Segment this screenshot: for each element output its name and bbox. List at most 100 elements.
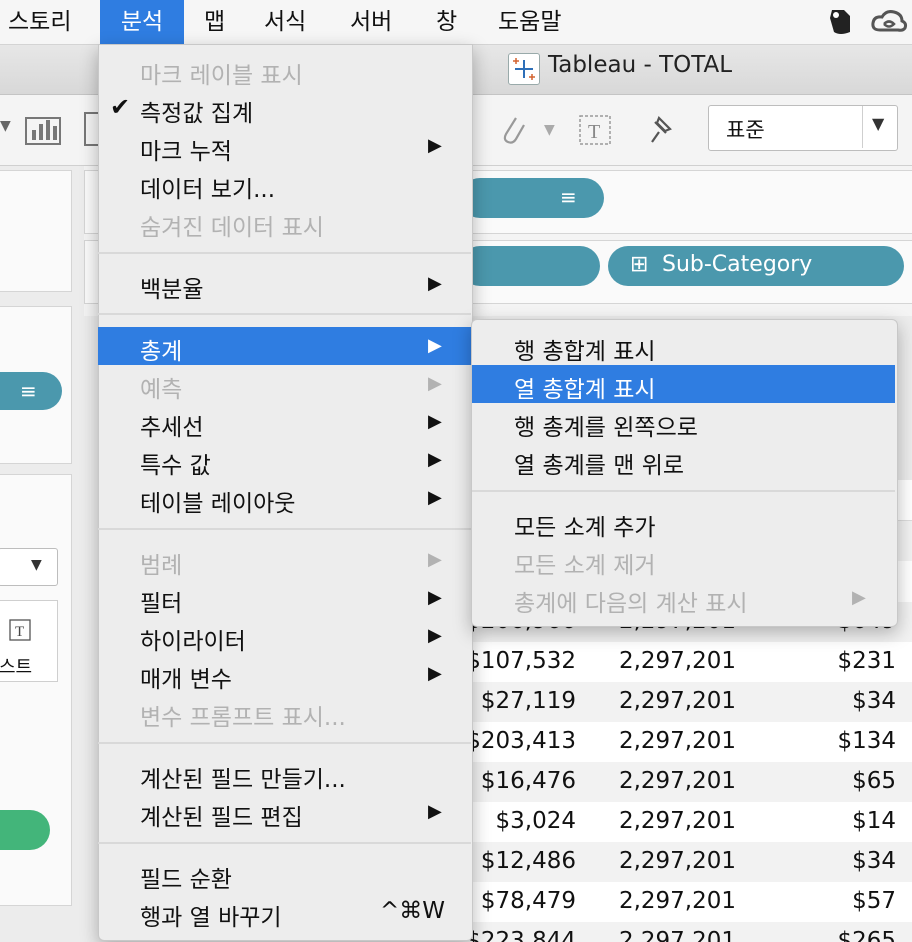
- menu-item-filters[interactable]: 필터 ▶: [98, 579, 471, 617]
- profit-cell: $65: [852, 768, 896, 794]
- mark-type-select[interactable]: ▼: [0, 548, 58, 586]
- menu-separator: [98, 842, 471, 844]
- svg-text:T: T: [15, 624, 24, 640]
- sales-cell: $3,024: [495, 808, 576, 834]
- text-mark-label: 스트: [0, 657, 33, 678]
- submenu-item-add-all-subtotals[interactable]: 모든 소계 추가: [472, 503, 895, 541]
- show-me-chart-icon[interactable]: [24, 110, 64, 146]
- total-cell: 2,297,201: [618, 888, 736, 914]
- total-cell: 2,297,201: [618, 688, 736, 714]
- menu-item-forecast[interactable]: 예측 ▶: [98, 365, 471, 403]
- creative-cloud-icon[interactable]: [870, 8, 908, 36]
- profit-cell: $34: [852, 848, 896, 874]
- table-row: $203,413 2,297,201 $134: [466, 722, 912, 762]
- expand-plus-icon: ⊞: [630, 252, 649, 277]
- menu-item-show-mark-labels[interactable]: 마크 레이블 표시: [98, 51, 471, 89]
- menu-item-trend-lines[interactable]: 추세선 ▶: [98, 403, 471, 441]
- table-row: $16,476 2,297,201 $65: [470, 762, 912, 802]
- submenu-item-row-totals-to-left[interactable]: 행 총계를 왼쪽으로: [472, 403, 895, 441]
- menubar-window[interactable]: 창: [436, 0, 457, 44]
- left-pill[interactable]: ≡: [0, 372, 62, 410]
- menu-item-cycle-fields[interactable]: 필드 순환: [98, 855, 471, 893]
- submenu-arrow-icon: ▶: [428, 625, 442, 646]
- table-row: $78,479 2,297,201 $57: [470, 882, 912, 922]
- menu-item-special-values[interactable]: 특수 값 ▶: [98, 441, 471, 479]
- menu-separator: [98, 742, 471, 744]
- evernote-icon[interactable]: [824, 6, 856, 38]
- menu-item-legends[interactable]: 범례 ▶: [98, 541, 471, 579]
- menubar-story[interactable]: 스토리: [8, 0, 71, 44]
- submenu-arrow-icon: ▶: [428, 587, 442, 608]
- menubar-server[interactable]: 서버: [350, 0, 392, 44]
- profit-cell: $265: [837, 928, 896, 942]
- menu-item-highlighters[interactable]: 하이라이터 ▶: [98, 617, 471, 655]
- attach-dropdown-caret-icon[interactable]: ▼: [544, 122, 555, 138]
- window-title: Tableau - TOTAL: [548, 52, 733, 78]
- menu-item-stack-marks[interactable]: 마크 누적 ▶: [98, 127, 471, 165]
- menu-bar: 스토리 분석 맵 서식 서버 창 도움말: [0, 0, 912, 45]
- text-box-icon[interactable]: T: [578, 112, 614, 148]
- submenu-arrow-icon: ▶: [428, 335, 442, 356]
- menu-item-parameters[interactable]: 매개 변수 ▶: [98, 655, 471, 693]
- menu-item-percentages[interactable]: 백분율 ▶: [98, 265, 471, 303]
- menu-item-swap-rows-columns[interactable]: 행과 열 바꾸기 ^⌘W: [98, 893, 471, 931]
- submenu-item-show-column-grand-totals[interactable]: 열 총합계 표시: [472, 365, 895, 403]
- submenu-arrow-icon: ▶: [428, 801, 442, 822]
- submenu-item-total-all-using[interactable]: 총계에 다음의 계산 표시 ▶: [472, 579, 895, 617]
- menubar-format[interactable]: 서식: [264, 0, 306, 44]
- menu-separator: [98, 528, 471, 530]
- submenu-arrow-icon: ▶: [428, 273, 442, 294]
- text-mark-icon: T: [9, 619, 31, 641]
- submenu-item-remove-all-subtotals[interactable]: 모든 소계 제거: [472, 541, 895, 579]
- table-row: $27,119 2,297,201 $34: [470, 682, 912, 722]
- pin-icon[interactable]: [642, 112, 678, 148]
- columns-pill[interactable]: ≡: [460, 178, 604, 218]
- text-mark-card[interactable]: T 스트: [0, 600, 58, 682]
- submenu-arrow-icon: ▶: [428, 549, 442, 570]
- submenu-arrow-icon: ▶: [428, 449, 442, 470]
- green-measure-pill[interactable]: [0, 810, 50, 850]
- submenu-item-show-row-grand-totals[interactable]: 행 총합계 표시: [472, 327, 895, 365]
- menu-item-show-hidden-data[interactable]: 숨겨진 데이터 표시: [98, 203, 471, 241]
- total-cell: 2,297,201: [618, 848, 736, 874]
- left-panel-top: [0, 170, 72, 292]
- submenu-item-column-totals-to-top[interactable]: 열 총계를 맨 위로: [472, 441, 895, 479]
- total-cell: 2,297,201: [618, 648, 736, 674]
- profit-cell: $14: [852, 808, 896, 834]
- sub-category-label: Sub-Category: [662, 252, 813, 277]
- menu-item-edit-calculated-field[interactable]: 계산된 필드 편집 ▶: [98, 793, 471, 831]
- menu-item-view-data[interactable]: 데이터 보기...: [98, 165, 471, 203]
- sales-cell: $16,476: [480, 768, 576, 794]
- table-row: $12,486 2,297,201 $34: [470, 842, 912, 882]
- attach-icon[interactable]: [498, 112, 528, 148]
- menu-item-totals[interactable]: 총계 ▶: [98, 327, 471, 365]
- select-divider: [862, 106, 863, 148]
- menubar-analysis[interactable]: 분석: [100, 0, 184, 44]
- shortcut-label: ^⌘W: [380, 898, 446, 924]
- menu-item-table-layout[interactable]: 테이블 레이아웃 ▶: [98, 479, 471, 517]
- toolbar-dropdown-caret-icon[interactable]: ▼: [0, 118, 11, 134]
- menu-separator: [472, 490, 895, 492]
- rows-pill[interactable]: [460, 246, 600, 286]
- submenu-arrow-icon: ▶: [428, 135, 442, 156]
- menubar-help[interactable]: 도움말: [498, 0, 561, 44]
- table-row: $3,024 2,297,201 $14: [470, 802, 912, 842]
- profit-cell: $57: [852, 888, 896, 914]
- sales-cell: $27,119: [480, 688, 576, 714]
- menu-item-show-variable-prompts[interactable]: 변수 프롬프트 표시...: [98, 693, 471, 731]
- menu-separator: [98, 252, 471, 254]
- profit-cell: $134: [837, 728, 896, 754]
- chevron-down-icon[interactable]: ▼: [872, 114, 884, 133]
- menu-item-aggregate-measures[interactable]: ✔ 측정값 집계: [98, 89, 471, 127]
- submenu-arrow-icon: ▶: [428, 663, 442, 684]
- sort-icon: ≡: [560, 185, 577, 209]
- submenu-arrow-icon: ▶: [428, 411, 442, 432]
- menu-item-create-calculated-field[interactable]: 계산된 필드 만들기...: [98, 755, 471, 793]
- menubar-map[interactable]: 맵: [204, 0, 225, 44]
- chevron-down-icon: ▼: [31, 557, 42, 573]
- menu-separator: [98, 313, 471, 315]
- sales-cell: $12,486: [480, 848, 576, 874]
- total-cell: 2,297,201: [618, 928, 736, 942]
- sub-category-pill[interactable]: ⊞ Sub-Category: [608, 246, 904, 286]
- table-row: $107,532 2,297,201 $231: [466, 642, 912, 682]
